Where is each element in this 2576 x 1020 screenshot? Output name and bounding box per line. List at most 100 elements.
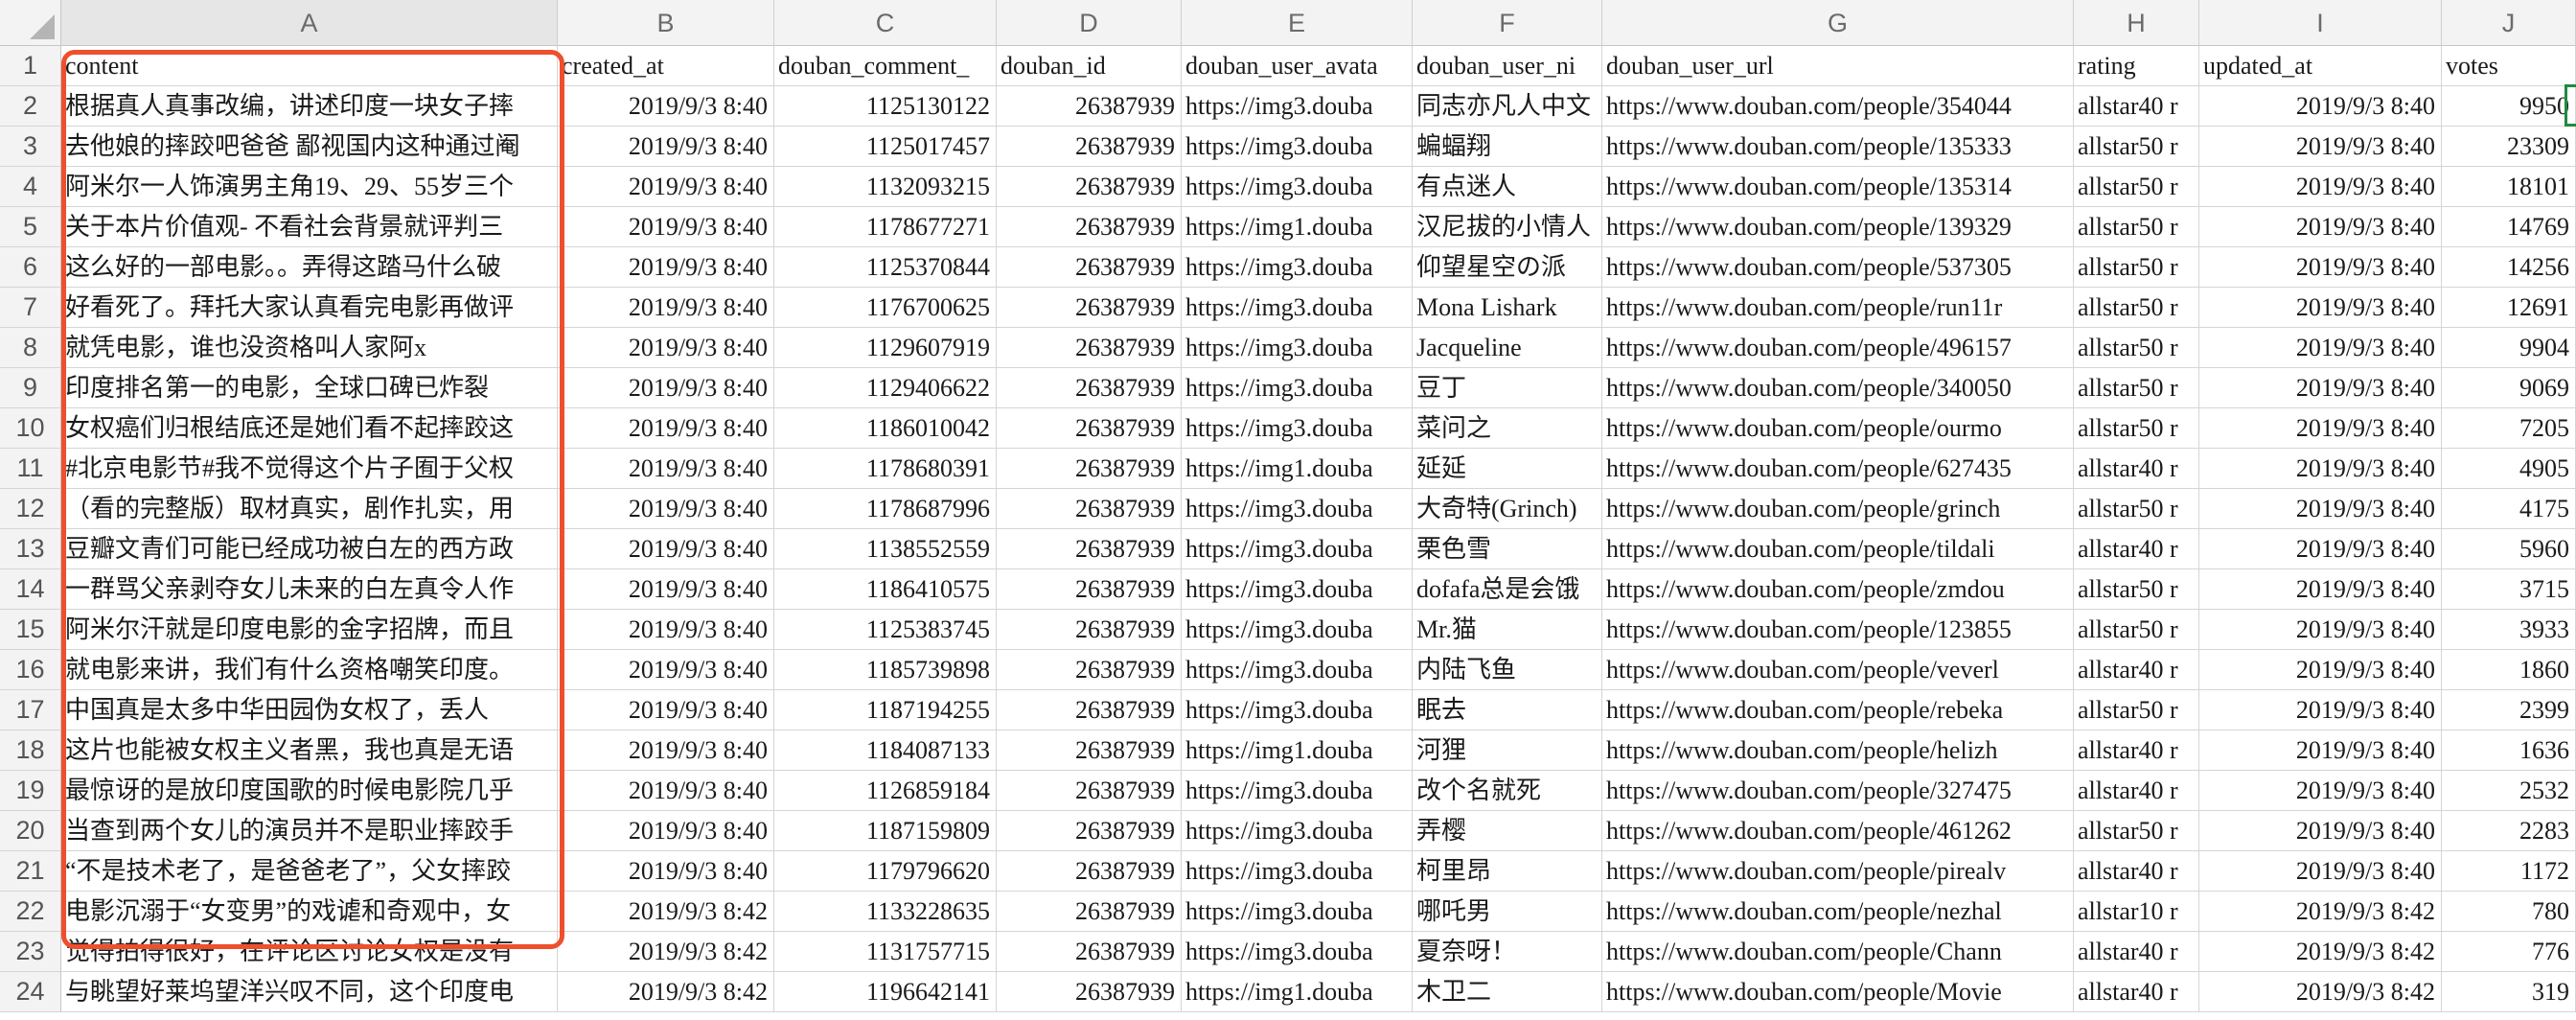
data-cell[interactable]: https://img3.douba — [1182, 690, 1413, 730]
data-cell[interactable]: 女权癌们归根结底还是她们看不起摔跤这 — [61, 408, 558, 449]
data-cell[interactable]: 1187194255 — [774, 690, 997, 730]
data-cell[interactable]: 一群骂父亲剥夺女儿未来的白左真令人作 — [61, 569, 558, 610]
data-cell[interactable]: https://www.douban.com/people/run11r — [1602, 288, 2074, 328]
data-cell[interactable]: allstar50 r — [2074, 489, 2199, 529]
data-cell[interactable]: 2019/9/3 8:40 — [558, 489, 774, 529]
data-cell[interactable]: 26387939 — [997, 328, 1182, 368]
data-cell[interactable]: https://img3.douba — [1182, 86, 1413, 127]
data-cell[interactable]: 2019/9/3 8:40 — [2199, 489, 2442, 529]
data-cell[interactable]: 1133228635 — [774, 892, 997, 932]
data-cell[interactable]: https://img3.douba — [1182, 368, 1413, 408]
row-header[interactable]: 5 — [0, 207, 61, 247]
data-cell[interactable]: 26387939 — [997, 167, 1182, 207]
data-cell[interactable]: 最惊讶的是放印度国歌的时候电影院几乎 — [61, 771, 558, 811]
data-cell[interactable]: 2019/9/3 8:40 — [2199, 247, 2442, 288]
data-cell[interactable]: 776 — [2442, 932, 2576, 972]
row-header[interactable]: 21 — [0, 851, 61, 892]
data-cell[interactable]: 2019/9/3 8:40 — [558, 328, 774, 368]
column-header-a[interactable]: A — [61, 0, 558, 46]
data-cell[interactable]: 26387939 — [997, 892, 1182, 932]
data-cell[interactable]: 7205 — [2442, 408, 2576, 449]
data-cell[interactable]: 弄樱 — [1413, 811, 1602, 851]
field-header-cell[interactable]: douban_user_ni — [1413, 46, 1602, 86]
data-cell[interactable]: https://img3.douba — [1182, 288, 1413, 328]
data-cell[interactable]: allstar10 r — [2074, 892, 2199, 932]
data-cell[interactable]: 1185739898 — [774, 650, 997, 690]
data-cell[interactable]: 26387939 — [997, 127, 1182, 167]
data-cell[interactable]: https://www.douban.com/people/veverl — [1602, 650, 2074, 690]
data-cell[interactable]: 1129607919 — [774, 328, 997, 368]
row-header[interactable]: 7 — [0, 288, 61, 328]
data-cell[interactable]: 1131757715 — [774, 932, 997, 972]
data-cell[interactable]: https://www.douban.com/people/tildali — [1602, 529, 2074, 569]
data-cell[interactable]: allstar40 r — [2074, 932, 2199, 972]
data-cell[interactable]: https://img3.douba — [1182, 529, 1413, 569]
row-header-1[interactable]: 1 — [0, 46, 61, 86]
data-cell[interactable]: 内陆飞鱼 — [1413, 650, 1602, 690]
data-cell[interactable]: 柯里昂 — [1413, 851, 1602, 892]
data-cell[interactable]: https://img3.douba — [1182, 771, 1413, 811]
data-cell[interactable]: 4905 — [2442, 449, 2576, 489]
data-cell[interactable]: 2019/9/3 8:40 — [2199, 167, 2442, 207]
data-cell[interactable]: 2019/9/3 8:40 — [2199, 650, 2442, 690]
row-header[interactable]: 12 — [0, 489, 61, 529]
column-header-c[interactable]: C — [774, 0, 997, 46]
data-cell[interactable]: 2019/9/3 8:40 — [558, 449, 774, 489]
data-cell[interactable]: 印度排名第一的电影，全球口碑已炸裂 — [61, 368, 558, 408]
data-cell[interactable]: https://www.douban.com/people/Chann — [1602, 932, 2074, 972]
data-cell[interactable]: allstar50 r — [2074, 288, 2199, 328]
data-cell[interactable]: 栗色雪 — [1413, 529, 1602, 569]
data-cell[interactable]: Mr.猫 — [1413, 610, 1602, 650]
data-cell[interactable]: 3933 — [2442, 610, 2576, 650]
data-cell[interactable]: 2019/9/3 8:40 — [558, 730, 774, 771]
data-cell[interactable]: Mona Lishark — [1413, 288, 1602, 328]
data-cell[interactable]: 26387939 — [997, 972, 1182, 1012]
data-cell[interactable]: 2019/9/3 8:40 — [558, 408, 774, 449]
data-cell[interactable]: 26387939 — [997, 408, 1182, 449]
data-cell[interactable]: allstar40 r — [2074, 650, 2199, 690]
field-header-cell[interactable]: douban_id — [997, 46, 1182, 86]
data-cell[interactable]: 14769 — [2442, 207, 2576, 247]
data-cell[interactable]: 2019/9/3 8:40 — [558, 811, 774, 851]
data-cell[interactable]: 2019/9/3 8:40 — [2199, 569, 2442, 610]
data-cell[interactable]: 豆瓣文青们可能已经成功被白左的西方政 — [61, 529, 558, 569]
data-cell[interactable]: 就电影来讲，我们有什么资格嘲笑印度。 — [61, 650, 558, 690]
data-cell[interactable]: https://img3.douba — [1182, 892, 1413, 932]
data-cell[interactable]: https://img3.douba — [1182, 167, 1413, 207]
data-cell[interactable]: 2019/9/3 8:40 — [558, 610, 774, 650]
field-header-cell[interactable]: votes — [2442, 46, 2576, 86]
data-cell[interactable]: 26387939 — [997, 851, 1182, 892]
data-cell[interactable]: 这么好的一部电影。。弄得这踏马什么破 — [61, 247, 558, 288]
data-cell[interactable]: allstar50 r — [2074, 569, 2199, 610]
data-cell[interactable]: 2019/9/3 8:40 — [558, 771, 774, 811]
row-header[interactable]: 17 — [0, 690, 61, 730]
row-header[interactable]: 13 — [0, 529, 61, 569]
data-cell[interactable]: 26387939 — [997, 610, 1182, 650]
data-cell[interactable]: https://www.douban.com/people/461262 — [1602, 811, 2074, 851]
row-header[interactable]: 15 — [0, 610, 61, 650]
data-cell[interactable]: 汉尼拔的小情人 — [1413, 207, 1602, 247]
data-cell[interactable]: 2019/9/3 8:42 — [2199, 892, 2442, 932]
data-cell[interactable]: allstar40 r — [2074, 771, 2199, 811]
data-cell[interactable]: 26387939 — [997, 811, 1182, 851]
row-header[interactable]: 11 — [0, 449, 61, 489]
data-cell[interactable]: 780 — [2442, 892, 2576, 932]
data-cell[interactable]: allstar50 r — [2074, 408, 2199, 449]
field-header-cell[interactable]: douban_comment_ — [774, 46, 997, 86]
data-cell[interactable]: allstar40 r — [2074, 972, 2199, 1012]
data-cell[interactable]: 2019/9/3 8:40 — [558, 690, 774, 730]
data-cell[interactable]: 9904 — [2442, 328, 2576, 368]
data-cell[interactable]: 2019/9/3 8:42 — [2199, 972, 2442, 1012]
row-header[interactable]: 8 — [0, 328, 61, 368]
data-cell[interactable]: 1196642141 — [774, 972, 997, 1012]
data-cell[interactable]: 2019/9/3 8:40 — [2199, 207, 2442, 247]
field-header-cell[interactable]: douban_user_avata — [1182, 46, 1413, 86]
data-cell[interactable]: 2019/9/3 8:40 — [558, 569, 774, 610]
row-header[interactable]: 23 — [0, 932, 61, 972]
data-cell[interactable]: 2019/9/3 8:40 — [2199, 127, 2442, 167]
data-cell[interactable]: 1187159809 — [774, 811, 997, 851]
data-cell[interactable]: https://www.douban.com/people/135333 — [1602, 127, 2074, 167]
data-cell[interactable]: 同志亦凡人中文 — [1413, 86, 1602, 127]
data-cell[interactable]: allstar40 r — [2074, 851, 2199, 892]
data-cell[interactable]: 26387939 — [997, 207, 1182, 247]
